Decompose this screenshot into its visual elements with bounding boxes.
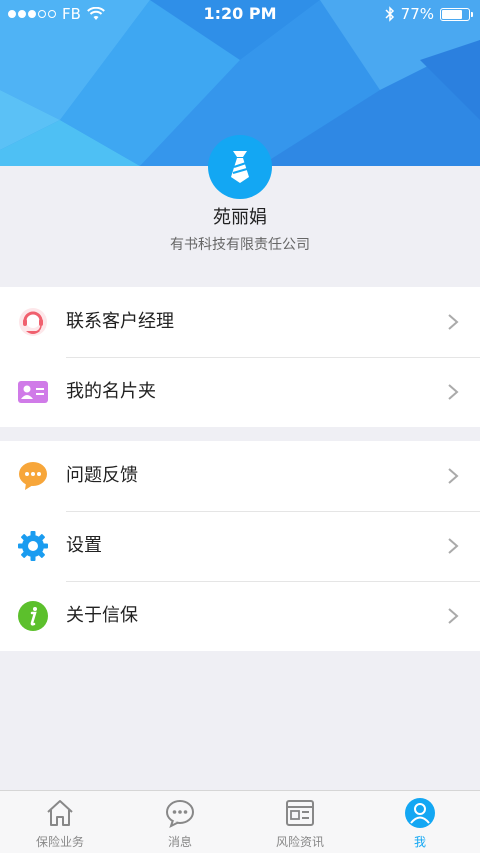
gear-icon xyxy=(18,531,48,561)
tab-risk-news[interactable]: 风险资讯 xyxy=(240,791,360,853)
tie-icon xyxy=(231,151,249,183)
menu-item-label: 关于信保 xyxy=(66,605,138,626)
menu-item-label: 我的名片夹 xyxy=(66,381,156,402)
menu-item-label: 问题反馈 xyxy=(66,465,138,486)
menu-item-feedback[interactable]: 问题反馈 xyxy=(0,441,480,511)
tab-label: 保险业务 xyxy=(35,835,84,849)
tab-bar: 保险业务 消息 风险资讯 我 xyxy=(0,790,480,853)
profile-icon xyxy=(404,797,436,829)
chevron-right-icon xyxy=(448,468,459,484)
battery-icon xyxy=(440,7,473,21)
menu-group-contacts: 联系客户经理 我的名片夹 xyxy=(0,287,480,427)
tab-label: 我 xyxy=(413,835,426,849)
menu-item-settings[interactable]: 设置 xyxy=(0,511,480,581)
business-card-icon xyxy=(18,377,48,407)
tab-label: 消息 xyxy=(167,835,192,849)
menu-item-contact-manager[interactable]: 联系客户经理 xyxy=(0,287,480,357)
bluetooth-icon xyxy=(385,6,394,22)
menu-item-about[interactable]: 关于信保 xyxy=(0,581,480,651)
chevron-right-icon xyxy=(448,314,459,330)
battery-percent: 77% xyxy=(400,5,434,23)
profile-screen: FB 1:20 PM 77% 苑丽娟 有书科技有限责任公司 联系客户经理 我的名… xyxy=(0,0,480,853)
home-icon xyxy=(44,797,76,829)
status-bar: FB 1:20 PM 77% xyxy=(0,0,480,28)
profile-name: 苑丽娟 xyxy=(213,207,267,228)
menu-item-label: 设置 xyxy=(66,535,102,556)
avatar[interactable] xyxy=(208,135,272,199)
tab-insurance-business[interactable]: 保险业务 xyxy=(0,791,120,853)
tab-me[interactable]: 我 xyxy=(360,791,480,853)
tab-messages[interactable]: 消息 xyxy=(120,791,240,853)
chevron-right-icon xyxy=(448,538,459,554)
chat-bubble-icon xyxy=(18,461,48,491)
chevron-right-icon xyxy=(448,608,459,624)
customer-service-icon xyxy=(18,307,48,337)
info-icon xyxy=(18,601,48,631)
menu-item-business-cards[interactable]: 我的名片夹 xyxy=(0,357,480,427)
chevron-right-icon xyxy=(448,384,459,400)
message-icon xyxy=(164,797,196,829)
tab-label: 风险资讯 xyxy=(275,835,324,849)
profile-company: 有书科技有限责任公司 xyxy=(170,237,310,253)
menu-item-label: 联系客户经理 xyxy=(66,311,174,332)
news-icon xyxy=(284,797,316,829)
menu-group-settings: 问题反馈 设置 关于信保 xyxy=(0,441,480,651)
